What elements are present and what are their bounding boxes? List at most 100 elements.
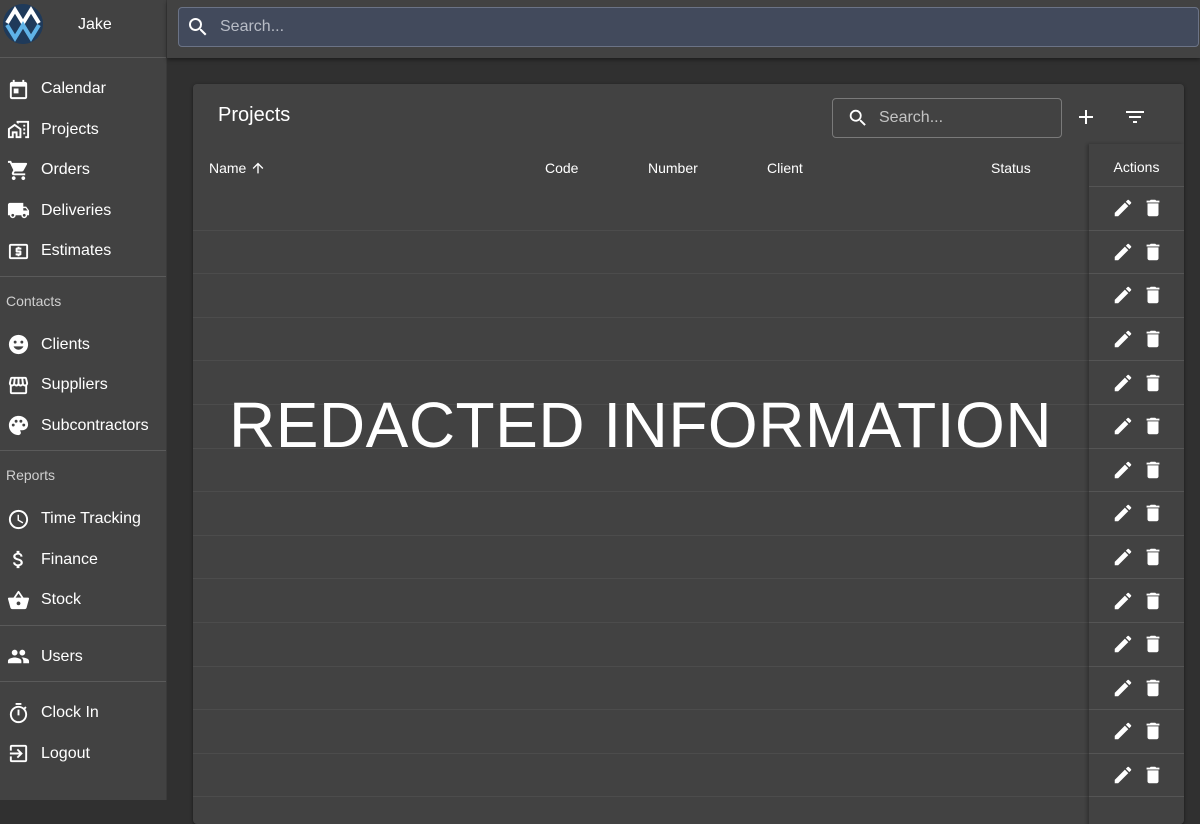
- actions-column: Actions: [1089, 144, 1184, 824]
- sidebar-item-label: Users: [41, 647, 83, 665]
- sidebar-item-deliveries[interactable]: Deliveries: [0, 191, 166, 232]
- delete-icon[interactable]: [1141, 240, 1165, 264]
- row-actions: [1089, 318, 1184, 362]
- edit-icon[interactable]: [1111, 589, 1135, 613]
- delete-icon[interactable]: [1141, 196, 1165, 220]
- edit-icon[interactable]: [1111, 240, 1135, 264]
- row-actions: [1089, 405, 1184, 449]
- sidebar-item-users[interactable]: Users: [0, 637, 166, 678]
- truck-icon: [6, 199, 30, 223]
- row-actions: [1089, 187, 1184, 231]
- search-icon: [186, 15, 210, 39]
- sidebar-item-calendar[interactable]: Calendar: [0, 69, 166, 110]
- delete-icon[interactable]: [1141, 283, 1165, 307]
- filter-list-icon: [1126, 111, 1144, 123]
- column-header-label: Status: [991, 160, 1031, 176]
- add-project-button[interactable]: [1068, 99, 1104, 135]
- edit-icon[interactable]: [1111, 327, 1135, 351]
- table-row[interactable]: [193, 231, 1089, 275]
- sidebar-item-label: Finance: [41, 550, 98, 568]
- company-logo[interactable]: [3, 4, 43, 44]
- edit-icon[interactable]: [1111, 719, 1135, 743]
- global-search-input[interactable]: [220, 18, 1120, 36]
- row-actions: [1089, 449, 1184, 493]
- delete-icon[interactable]: [1141, 632, 1165, 656]
- calendar-icon: [6, 77, 30, 101]
- filter-button[interactable]: [1117, 99, 1153, 135]
- sidebar-item-label: Estimates: [41, 242, 112, 260]
- top-app-bar: [167, 0, 1200, 58]
- edit-icon[interactable]: [1111, 196, 1135, 220]
- column-header-status[interactable]: Status: [991, 160, 1031, 176]
- projects-search-input[interactable]: [879, 109, 1049, 127]
- plus-icon: [1079, 110, 1093, 124]
- table-row[interactable]: [193, 318, 1089, 362]
- sidebar-item-stock[interactable]: Stock: [0, 580, 166, 621]
- sidebar-item-clock-in[interactable]: Clock In: [0, 693, 166, 734]
- edit-icon[interactable]: [1111, 458, 1135, 482]
- table-row[interactable]: [193, 754, 1089, 798]
- table-row[interactable]: [193, 187, 1089, 231]
- projects-card: Projects Name Code Number Client Status …: [193, 84, 1184, 824]
- edit-icon[interactable]: [1111, 545, 1135, 569]
- delete-icon[interactable]: [1141, 458, 1165, 482]
- global-search[interactable]: [178, 7, 1199, 47]
- reports-subheader: Reports: [6, 467, 56, 483]
- edit-icon[interactable]: [1111, 763, 1135, 787]
- delete-icon[interactable]: [1141, 719, 1165, 743]
- delete-icon[interactable]: [1141, 414, 1165, 438]
- column-header-code[interactable]: Code: [545, 160, 578, 176]
- delete-icon[interactable]: [1141, 371, 1165, 395]
- edit-icon[interactable]: [1111, 283, 1135, 307]
- delete-icon[interactable]: [1141, 327, 1165, 351]
- contacts-subheader: Contacts: [6, 292, 62, 309]
- estimate-icon: [6, 239, 30, 263]
- sidebar-item-clients[interactable]: Clients: [0, 325, 166, 366]
- sidebar-item-subcontractors[interactable]: Subcontractors: [0, 406, 166, 447]
- table-row[interactable]: [193, 536, 1089, 580]
- column-header-number[interactable]: Number: [648, 160, 698, 176]
- column-header-label: Number: [648, 160, 698, 176]
- column-header-name[interactable]: Name: [209, 160, 266, 176]
- projects-icon: [6, 118, 30, 142]
- clock-icon: [6, 507, 30, 531]
- sidebar-contacts-section: Contacts Clients Suppliers Subcontractor…: [0, 277, 166, 451]
- sidebar-item-label: Logout: [41, 744, 90, 762]
- edit-icon[interactable]: [1111, 632, 1135, 656]
- sidebar-reports-section: Reports Time Tracking Finance Stock: [0, 451, 166, 626]
- delete-icon[interactable]: [1141, 501, 1165, 525]
- table-row[interactable]: [193, 667, 1089, 711]
- sort-ascending-icon: [253, 162, 264, 174]
- sidebar-item-estimates[interactable]: Estimates: [0, 231, 166, 272]
- delete-icon[interactable]: [1141, 545, 1165, 569]
- table-row[interactable]: [193, 492, 1089, 536]
- sidebar-item-suppliers[interactable]: Suppliers: [0, 365, 166, 406]
- delete-icon[interactable]: [1141, 676, 1165, 700]
- row-actions: [1089, 274, 1184, 318]
- timer-icon: [6, 701, 30, 725]
- edit-icon[interactable]: [1111, 501, 1135, 525]
- logout-icon: [6, 742, 30, 766]
- delete-icon[interactable]: [1141, 589, 1165, 613]
- sidebar-item-projects[interactable]: Projects: [0, 110, 166, 151]
- sidebar-item-label: Clock In: [41, 704, 99, 722]
- projects-search[interactable]: [832, 98, 1062, 138]
- column-header-client[interactable]: Client: [767, 160, 803, 176]
- table-row[interactable]: [193, 274, 1089, 318]
- delete-icon[interactable]: [1141, 763, 1165, 787]
- sidebar-item-logout[interactable]: Logout: [0, 734, 166, 775]
- table-row[interactable]: [193, 623, 1089, 667]
- edit-icon[interactable]: [1111, 371, 1135, 395]
- edit-icon[interactable]: [1111, 414, 1135, 438]
- dollar-icon: [6, 548, 30, 572]
- smiley-icon: [6, 333, 30, 357]
- sidebar-item-finance[interactable]: Finance: [0, 540, 166, 581]
- table-row[interactable]: [193, 579, 1089, 623]
- sidebar-item-orders[interactable]: Orders: [0, 150, 166, 191]
- search-icon: [847, 107, 869, 129]
- table-row[interactable]: [193, 710, 1089, 754]
- sidebar-item-time-tracking[interactable]: Time Tracking: [0, 499, 166, 540]
- sidebar-item-label: Suppliers: [41, 376, 108, 394]
- edit-icon[interactable]: [1111, 676, 1135, 700]
- row-actions: [1089, 579, 1184, 623]
